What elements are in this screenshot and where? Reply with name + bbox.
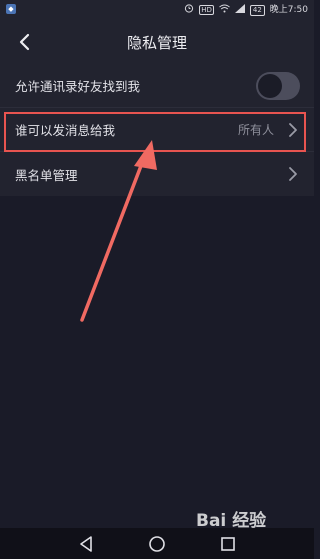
chevron-right-icon	[289, 167, 297, 181]
alarm-clock-icon	[184, 3, 194, 17]
nav-back-triangle-icon	[80, 536, 92, 552]
status-bar: ◆ HD 42 晚上7:50	[0, 0, 314, 20]
wifi-icon	[219, 4, 230, 17]
nav-recents-button[interactable]	[218, 534, 238, 554]
screen: ◆ HD 42 晚上7:50 隐私管理 允许通讯录好友找到我 谁可以发消息给我 …	[0, 0, 314, 559]
status-time: 晚上7:50	[269, 5, 308, 15]
nav-home-button[interactable]	[147, 534, 167, 554]
battery-indicator: 42	[249, 4, 265, 16]
navigation-bar	[0, 528, 314, 559]
setting-row-blacklist[interactable]: 黑名单管理	[0, 152, 314, 196]
setting-label-blacklist: 黑名单管理	[15, 167, 78, 183]
contacts-find-me-toggle[interactable]	[256, 72, 300, 100]
setting-label-who-can-message: 谁可以发消息给我	[15, 123, 116, 138]
signal-icon	[234, 3, 245, 17]
page-title: 隐私管理	[126, 34, 187, 52]
hd-badge: HD	[199, 5, 214, 15]
title-bar: 隐私管理	[0, 20, 314, 64]
setting-label-contacts-find-me: 允许通讯录好友找到我	[15, 79, 141, 94]
setting-row-who-can-message[interactable]: 谁可以发消息给我 所有人	[0, 108, 314, 152]
app-notification-icon: ◆	[6, 4, 16, 14]
chevron-right-icon	[289, 123, 297, 137]
setting-row-contacts-find-me: 允许通讯录好友找到我	[0, 64, 314, 108]
nav-recents-square-icon	[221, 537, 235, 551]
toggle-knob	[258, 74, 282, 98]
settings-list: 允许通讯录好友找到我 谁可以发消息给我 所有人 黑名单管理	[0, 64, 314, 196]
nav-home-circle-icon	[149, 536, 165, 552]
nav-back-button[interactable]	[76, 534, 96, 554]
setting-value-who-can-message: 所有人	[237, 123, 274, 137]
